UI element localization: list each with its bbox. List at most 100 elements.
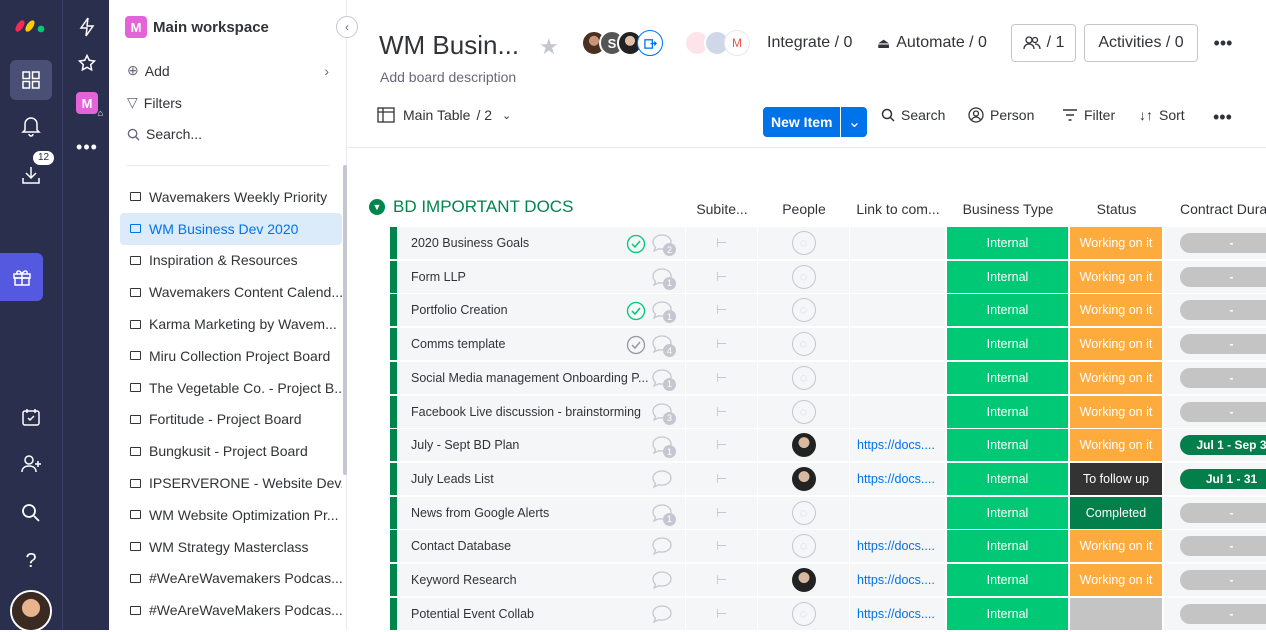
link-text[interactable]: https://docs.... — [857, 438, 935, 452]
item-name-cell[interactable]: Form LLP 1 — [390, 260, 686, 294]
subitems-cell[interactable]: ⊢ — [686, 496, 758, 530]
business-type-cell[interactable]: Internal — [947, 462, 1069, 496]
business-type-cell[interactable]: Internal — [947, 496, 1069, 530]
timeline-pill[interactable]: - — [1180, 367, 1266, 388]
table-row[interactable]: Comms template 4 ⊢ ◌ Internal Working on it - — [390, 328, 1266, 362]
status-cell[interactable]: Completed — [1070, 496, 1163, 530]
item-name-cell[interactable]: Contact Database — [390, 530, 686, 564]
help-icon[interactable]: ? — [10, 541, 52, 581]
table-row[interactable]: Potential Event Collab ⊢ ◌ https://docs....… — [390, 597, 1266, 631]
status-cell[interactable]: Working on it — [1070, 227, 1163, 260]
item-name[interactable]: Potential Event Collab — [411, 607, 534, 621]
table-row[interactable]: News from Google Alerts 1 ⊢ ◌ Internal Comple… — [390, 496, 1266, 530]
column-header-business-type[interactable]: Business Type — [947, 201, 1069, 217]
filter-button[interactable]: Filter — [1062, 107, 1115, 123]
item-name[interactable]: Contact Database — [411, 539, 511, 553]
empty-person-icon[interactable]: ◌ — [791, 534, 816, 559]
sidebar-board-item[interactable]: Bungkusit - Project Board — [120, 435, 342, 467]
empty-person-icon[interactable]: ◌ — [791, 332, 816, 357]
item-name[interactable]: 2020 Business Goals — [411, 236, 529, 250]
people-cell[interactable] — [758, 564, 850, 597]
contract-duration-cell[interactable]: - — [1164, 227, 1266, 260]
link-cell[interactable] — [850, 496, 946, 530]
search-icon[interactable] — [10, 493, 52, 533]
timeline-pill[interactable]: - — [1180, 536, 1266, 557]
business-type-cell[interactable]: Internal — [947, 328, 1069, 362]
person-filter-button[interactable]: Person — [968, 107, 1034, 123]
business-type-cell[interactable]: Internal — [947, 227, 1069, 260]
people-cell[interactable]: ◌ — [758, 496, 850, 530]
sidebar-board-item[interactable]: #WeAreWavemakers Podcas... — [120, 563, 342, 595]
sort-button[interactable]: ↓↑ Sort — [1139, 107, 1185, 123]
item-name-cell[interactable]: Keyword Research — [390, 564, 686, 597]
link-cell[interactable]: https://docs.... — [850, 597, 946, 631]
board-description[interactable]: Add board description — [380, 69, 516, 85]
business-type-cell[interactable]: Internal — [947, 260, 1069, 294]
members-button[interactable]: / 1 — [1011, 24, 1076, 62]
subitems-cell[interactable]: ⊢ — [686, 462, 758, 496]
lightning-icon[interactable] — [73, 13, 101, 41]
timeline-pill[interactable]: - — [1180, 233, 1266, 253]
people-cell[interactable] — [758, 462, 850, 496]
column-header-contract[interactable]: Contract Dura — [1180, 201, 1266, 217]
link-text[interactable]: https://docs.... — [857, 472, 935, 486]
share-icon[interactable] — [637, 30, 663, 56]
subitems-cell[interactable]: ⊢ — [686, 564, 758, 597]
new-item-button[interactable]: New Item ⌄ — [763, 107, 868, 137]
search-button[interactable]: Search — [881, 107, 945, 123]
contract-duration-cell[interactable]: - — [1164, 496, 1266, 530]
item-name-cell[interactable]: Social Media management Onboarding P... 1 — [390, 361, 686, 395]
filters-button[interactable]: ▽ Filters — [127, 94, 182, 111]
item-name[interactable]: July Leads List — [411, 472, 494, 486]
timeline-pill[interactable]: - — [1180, 401, 1266, 422]
column-header-people[interactable]: People — [758, 201, 850, 217]
business-type-cell[interactable]: Internal — [947, 294, 1069, 328]
people-cell[interactable]: ◌ — [758, 294, 850, 328]
column-header-subitems[interactable]: Subite... — [686, 201, 758, 217]
sidebar-board-item[interactable]: Fortitude - Project Board — [120, 404, 342, 436]
board-title[interactable]: WM Busin... — [379, 30, 519, 61]
item-name[interactable]: Portfolio Creation — [411, 303, 508, 317]
item-name[interactable]: Social Media management Onboarding P... — [411, 371, 648, 385]
item-name-cell[interactable]: Portfolio Creation 1 — [390, 294, 686, 328]
favorites-star-icon[interactable] — [73, 49, 101, 77]
people-cell[interactable]: ◌ — [758, 530, 850, 564]
timeline-pill[interactable]: - — [1180, 570, 1266, 590]
contract-duration-cell[interactable]: Jul 1 - 31 — [1164, 462, 1266, 496]
person-avatar[interactable] — [791, 433, 816, 458]
subitems-cell[interactable]: ⊢ — [686, 328, 758, 362]
timeline-pill[interactable]: - — [1180, 603, 1266, 624]
new-item-label[interactable]: New Item — [763, 107, 841, 137]
activities-button[interactable]: Activities / 0 — [1084, 24, 1198, 62]
sidebar-search[interactable]: Search... — [127, 126, 202, 142]
link-text[interactable]: https://docs.... — [857, 607, 935, 621]
sidebar-board-item[interactable]: WM Strategy Masterclass — [120, 531, 342, 563]
link-cell[interactable]: https://docs.... — [850, 429, 946, 463]
person-avatar[interactable] — [791, 568, 816, 592]
link-cell[interactable] — [850, 294, 946, 328]
updates-bubble-icon[interactable] — [651, 469, 673, 489]
person-avatar[interactable] — [791, 466, 816, 491]
people-cell[interactable]: ◌ — [758, 597, 850, 631]
gift-icon[interactable] — [0, 253, 43, 301]
item-name[interactable]: Facebook Live discussion - brainstorming — [411, 405, 641, 419]
updates-bubble-icon[interactable] — [651, 570, 673, 590]
link-cell[interactable] — [850, 227, 946, 260]
star-icon[interactable]: ★ — [539, 34, 559, 60]
item-name-cell[interactable]: July Leads List — [390, 462, 686, 496]
contract-duration-cell[interactable]: - — [1164, 530, 1266, 564]
sidebar-board-item[interactable]: Miru Collection Project Board — [120, 340, 342, 372]
item-name[interactable]: Form LLP — [411, 270, 466, 284]
sidebar-board-item[interactable]: The Vegetable Co. - Project B... — [120, 372, 342, 404]
empty-person-icon[interactable]: ◌ — [791, 365, 816, 390]
status-cell[interactable]: Working on it — [1070, 564, 1163, 597]
business-type-cell[interactable]: Internal — [947, 429, 1069, 463]
empty-person-icon[interactable]: ◌ — [791, 298, 816, 323]
item-name-cell[interactable]: Facebook Live discussion - brainstorming… — [390, 395, 686, 429]
table-row[interactable]: July Leads List ⊢ https://docs.... Internal… — [390, 462, 1266, 496]
link-cell[interactable] — [850, 260, 946, 294]
people-cell[interactable] — [758, 429, 850, 463]
empty-person-icon[interactable]: ◌ — [791, 399, 816, 424]
collapse-sidebar-button[interactable]: ‹ — [336, 16, 358, 38]
sidebar-board-item[interactable]: Wavemakers Content Calend... — [120, 276, 342, 308]
